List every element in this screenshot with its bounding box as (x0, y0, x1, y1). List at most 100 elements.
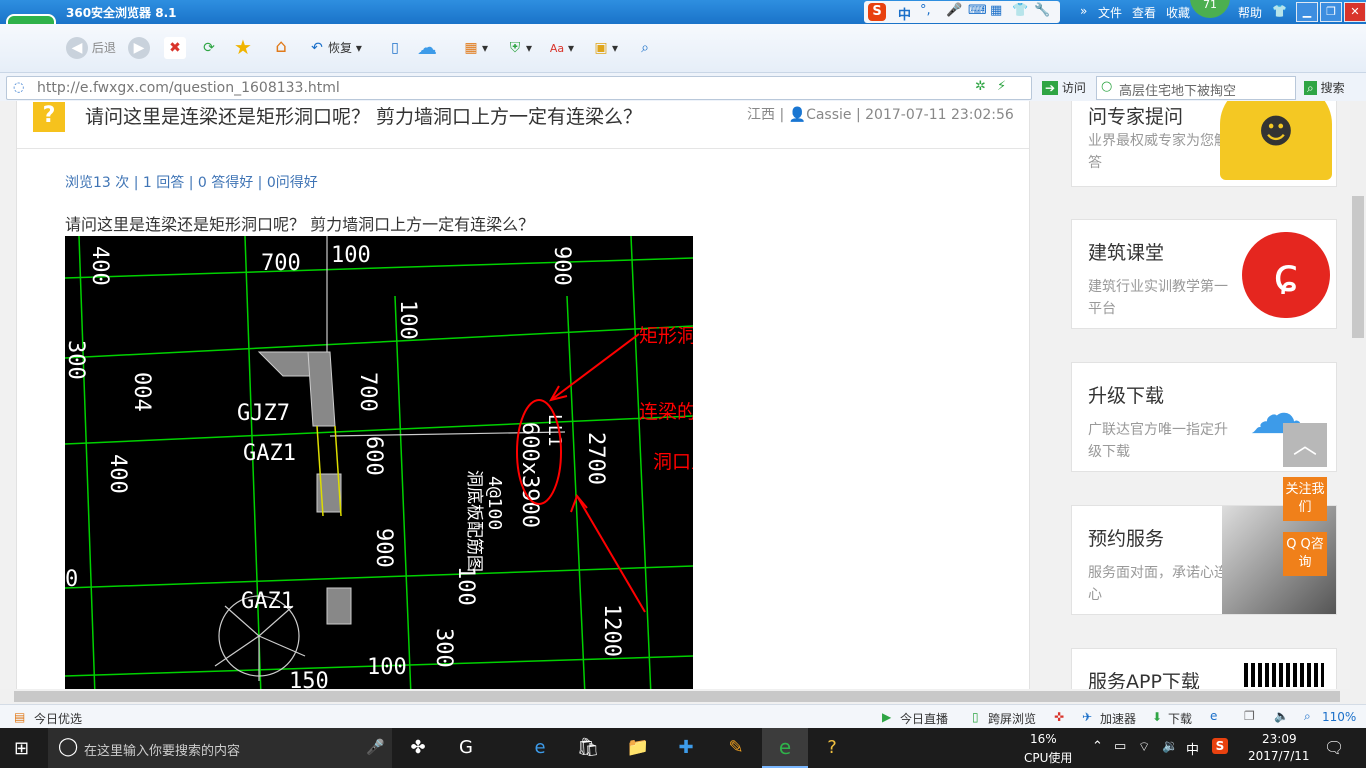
keyboard-icon[interactable]: ⌨ (968, 3, 987, 18)
x-icon[interactable]: ✜ (1054, 710, 1064, 724)
maximize-button[interactable]: ❐ (1320, 2, 1342, 22)
close-button[interactable]: ✕ (1344, 2, 1366, 22)
volume-icon[interactable]: 🔉 (1162, 739, 1178, 754)
visit-button[interactable]: ➔ 访问 (1042, 79, 1086, 96)
search-button[interactable]: ⌕ 搜索 (1304, 79, 1345, 96)
ie-icon[interactable]: e (1210, 709, 1217, 723)
menu-favorites[interactable]: 收藏 (1166, 4, 1190, 21)
help-app-icon[interactable]: ? (812, 734, 852, 762)
cross-screen[interactable]: 跨屏浏览 (988, 710, 1036, 727)
forward-button[interactable]: ▶ (128, 36, 150, 60)
annotation-rect-opening: 矩形洞口 (639, 325, 693, 347)
lightning-icon[interactable]: ⚡ (997, 79, 1006, 94)
minimize-button[interactable]: ▁ (1296, 2, 1318, 22)
sidebar-card-app[interactable]: 服务APP下载 (1071, 648, 1337, 689)
screenshot-button[interactable]: ▣ ▾ (590, 36, 618, 60)
ime-toolbar[interactable]: S 中 °, 🎤 ⌨ ▦ 👕 🔧 (864, 1, 1060, 23)
battery-icon[interactable]: ▭ (1114, 739, 1126, 754)
cad-dim-300-low: 300 (431, 628, 456, 668)
stop-button[interactable]: ✖ (164, 36, 186, 60)
360-browser-task[interactable]: e (762, 728, 808, 768)
search-engine-icon: ○ (1101, 79, 1113, 94)
visit-label: 访问 (1061, 81, 1086, 95)
question-stats[interactable]: 浏览13 次 | 1 回答 | 0 答得好 | 0问得好 (65, 172, 318, 192)
microphone-icon[interactable]: 🎤 (946, 3, 962, 18)
cad-dim-900-top: 900 (549, 246, 574, 286)
meta-user[interactable]: Cassie (806, 107, 851, 123)
notes-icon[interactable]: ✎ (716, 734, 756, 762)
taskbar-search-placeholder[interactable]: 在这里输入你要搜索的内容 (84, 740, 240, 759)
today-picks[interactable]: 今日优选 (34, 710, 82, 727)
toolbar: ◀ 后退 ▶ ✖ ⟳ ★ ⌂ ↶ 恢复 ▾ ▯ ☁ ▦ ▾ ⛨ ▾ Aa ▾ ▣ ▾ ⌕ (0, 24, 1366, 73)
cloud-button[interactable]: ☁ (416, 36, 438, 60)
taskbar-search[interactable]: ◯ 在这里输入你要搜索的内容 🎤 (48, 728, 392, 768)
url-input[interactable]: ◌ http://e.fwxgx.com/question_1608133.ht… (6, 76, 1032, 100)
speaker-icon[interactable]: 🔈 (1274, 709, 1289, 723)
url-text[interactable]: http://e.fwxgx.com/question_1608133.html (37, 80, 340, 96)
menu-view[interactable]: 查看 (1132, 4, 1156, 21)
tools-icon[interactable]: ▦ (990, 3, 1002, 18)
skin-icon[interactable]: 👕 (1012, 3, 1028, 18)
window-icon[interactable]: ❐ (1244, 709, 1255, 723)
sogou-icon[interactable]: S (868, 3, 886, 21)
security-button[interactable]: ⛨ ▾ (504, 36, 532, 60)
notification-icon[interactable]: 🗨 (1324, 738, 1344, 757)
explorer-icon[interactable]: 📁 (618, 734, 658, 762)
edge-icon[interactable]: e (520, 734, 560, 762)
clock-time[interactable]: 23:09 (1262, 732, 1297, 746)
ime-mode[interactable]: 中 (898, 4, 911, 23)
mic-icon[interactable]: 🎤 (366, 738, 385, 756)
status-bar: ▤ 今日优选 ▶ 今日直播 ▯ 跨屏浏览 ✜ ✈ 加速器 ⬇ 下载 e ❐ 🔈 … (0, 704, 1366, 729)
phone-icon: ▯ (391, 40, 399, 56)
page-content: ? 请问这里是连梁还是矩形洞口呢？ 剪力墙洞口上方一定有连梁么？ 江西 | 👤C… (0, 101, 1350, 689)
app-icon[interactable]: ✚ (666, 734, 706, 762)
menu-file[interactable]: 文件 (1098, 4, 1122, 21)
horizontal-scroll-thumb[interactable] (14, 691, 1340, 702)
cad-dim-100-top: 100 (331, 243, 371, 268)
cad-dim-300: 300 (65, 340, 88, 380)
download-icon: ⬇ (1152, 710, 1163, 724)
sogou-tray-icon[interactable]: S (1212, 738, 1228, 754)
punctuation-icon[interactable]: °, (920, 3, 931, 18)
task-view-icon[interactable]: ✤ (398, 734, 438, 762)
back-to-top-button[interactable]: ︿ (1283, 423, 1327, 467)
follow-us-button[interactable]: 关注我们 (1283, 477, 1327, 521)
apps-button[interactable]: ▦ ▾ (460, 36, 488, 60)
cad-dim-700: 700 (261, 251, 301, 276)
qq-consult-button[interactable]: Q Q咨询 (1283, 532, 1327, 576)
search-value[interactable]: 高层住宅地下被掏空 (1119, 80, 1236, 99)
vertical-scrollbar[interactable] (1350, 101, 1366, 689)
mobile-button[interactable]: ▯ (384, 36, 406, 60)
search-input[interactable]: ○ 高层住宅地下被掏空 (1096, 76, 1296, 100)
weather-badge[interactable]: 71 (1190, 0, 1230, 18)
menu-chevron-icon[interactable]: » (1080, 4, 1087, 18)
sidebar-card-class[interactable]: 建筑课堂 建筑行业实训教学第一平台 ɕ (1071, 219, 1337, 329)
accelerator[interactable]: 加速器 (1100, 710, 1136, 727)
shirt-icon[interactable]: 👕 (1272, 4, 1287, 18)
card-title: 问专家提问 (1088, 106, 1184, 128)
sidebar-card-ask-expert[interactable]: 问专家提问 业界最权威专家为您解答 ☻ (1071, 101, 1337, 187)
home-button[interactable]: ⌂ (270, 36, 292, 60)
back-button[interactable]: ◀ 后退 (66, 36, 116, 60)
zoom-icon: ⌕ (1304, 709, 1311, 723)
windows-start-icon[interactable]: ⊞ (14, 738, 29, 759)
wifi-icon[interactable]: ⌔ (1138, 739, 1150, 755)
store-icon[interactable]: 🛍 (568, 734, 608, 762)
menu-help[interactable]: 帮助 (1238, 4, 1262, 21)
restore-button[interactable]: ↶ 恢复 ▾ (306, 36, 362, 60)
speed-icon[interactable]: ✲ (975, 79, 986, 94)
ime-indicator[interactable]: 中 (1186, 739, 1199, 758)
zoom-button[interactable]: ⌕ (634, 36, 656, 60)
tray-up-icon[interactable]: ⌃ (1092, 739, 1103, 754)
meta-region[interactable]: 江西 (747, 107, 775, 123)
downloads[interactable]: 下载 (1168, 710, 1192, 727)
favorite-button[interactable]: ★ (232, 36, 254, 60)
refresh-button[interactable]: ⟳ (198, 36, 220, 60)
wrench-icon[interactable]: 🔧 (1034, 3, 1050, 18)
360-icon[interactable]: G (446, 734, 486, 762)
clock-date[interactable]: 2017/7/11 (1248, 749, 1310, 763)
today-live[interactable]: 今日直播 (900, 710, 948, 727)
zoom-level[interactable]: 110% (1322, 710, 1356, 724)
vertical-scroll-thumb[interactable] (1352, 196, 1364, 338)
translate-button[interactable]: Aa ▾ (546, 36, 574, 60)
